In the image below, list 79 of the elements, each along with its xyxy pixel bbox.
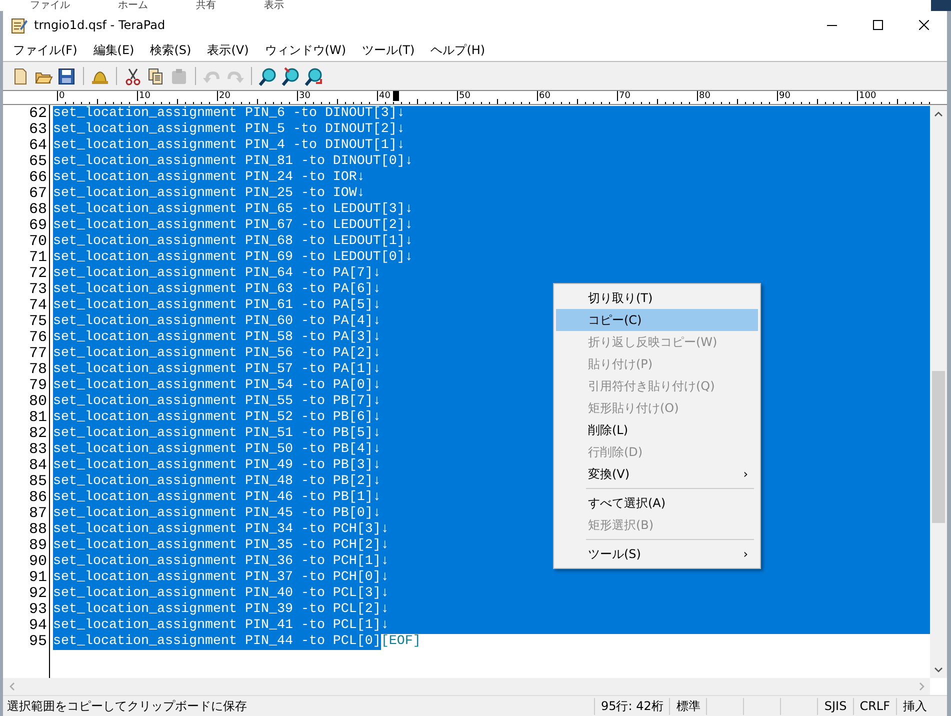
line-number: 85 bbox=[28, 474, 48, 490]
ruler-label: 50 bbox=[457, 91, 470, 101]
line-number: 89 bbox=[28, 538, 48, 554]
line-number: 88 bbox=[28, 522, 48, 538]
scroll-up-icon[interactable] bbox=[934, 110, 943, 116]
ruler-label: 0 bbox=[57, 91, 65, 101]
line-number: 63 bbox=[28, 122, 48, 138]
ruler-label: 10 bbox=[137, 91, 150, 101]
line-number: 80 bbox=[28, 394, 48, 410]
line-number: 73 bbox=[28, 282, 48, 298]
line-number: 91 bbox=[28, 570, 48, 586]
line-number: 81 bbox=[28, 410, 48, 426]
line-number: 84 bbox=[28, 458, 48, 474]
scrollbar-thumb[interactable] bbox=[932, 371, 945, 523]
ruler-label: 90 bbox=[777, 91, 790, 101]
line-number: 66 bbox=[28, 170, 48, 186]
ruler-label: 100 bbox=[857, 91, 876, 101]
line-number: 64 bbox=[28, 138, 48, 154]
ribbon-tab[interactable]: ファイル bbox=[30, 0, 70, 11]
line-number: 92 bbox=[28, 586, 48, 602]
ruler-label: 30 bbox=[297, 91, 310, 101]
line-number: 79 bbox=[28, 378, 48, 394]
menu-item[interactable]: 編集(E) bbox=[85, 42, 142, 58]
line-number: 76 bbox=[28, 330, 48, 346]
menu-item[interactable]: 検索(S) bbox=[142, 42, 200, 58]
line-number: 71 bbox=[28, 250, 48, 266]
ruler-label: 20 bbox=[217, 91, 230, 101]
line-number: 78 bbox=[28, 362, 48, 378]
line-number: 87 bbox=[28, 506, 48, 522]
magnifier-down-arrow-icon bbox=[281, 66, 301, 86]
magnifier-up-arrow-icon bbox=[304, 66, 324, 86]
line-number: 90 bbox=[28, 554, 48, 570]
line-number: 75 bbox=[28, 314, 48, 330]
encoding: SJIS bbox=[817, 698, 853, 714]
ruler-label: 60 bbox=[537, 91, 550, 101]
menu-item[interactable]: コピー(C) bbox=[556, 309, 758, 331]
ribbon-tab[interactable]: 表示 bbox=[264, 0, 284, 11]
menu-item[interactable]: ウィンドウ(W) bbox=[256, 42, 354, 58]
line-ending: CRLF bbox=[852, 698, 896, 714]
ribbon-tab[interactable]: ホーム bbox=[118, 0, 148, 11]
line-number: 77 bbox=[28, 346, 48, 362]
line-number: 95 bbox=[28, 634, 48, 650]
cursor-position: 95行: 42桁 bbox=[594, 698, 670, 714]
scissors-icon bbox=[123, 66, 143, 86]
menu-item[interactable]: ファイル(F) bbox=[5, 42, 86, 58]
ruler-label: 80 bbox=[697, 91, 710, 101]
line-number: 86 bbox=[28, 490, 48, 506]
line-number: 69 bbox=[28, 218, 48, 234]
status-message: 選択範囲をコピーしてクリップボードに保存 bbox=[6, 698, 248, 714]
vertical-scrollbar[interactable] bbox=[930, 105, 947, 678]
ruler-caret-icon bbox=[393, 91, 399, 101]
ribbon-tab[interactable]: 共有 bbox=[196, 0, 216, 11]
line-number: 93 bbox=[28, 602, 48, 618]
ruler-label: 40 bbox=[377, 91, 390, 101]
line-number: 70 bbox=[28, 234, 48, 250]
magnifier-down-arrow-button[interactable] bbox=[281, 65, 301, 87]
maximize-icon bbox=[873, 20, 883, 30]
clipboard-icon bbox=[169, 66, 189, 86]
magnifier-icon bbox=[258, 66, 278, 86]
menu-item[interactable]: ヘルプ(H) bbox=[422, 42, 494, 58]
line-number: 65 bbox=[28, 154, 48, 170]
line-number: 67 bbox=[28, 186, 48, 202]
line-number: 82 bbox=[28, 426, 48, 442]
line-number: 94 bbox=[28, 618, 48, 634]
input-mode: 挿入 bbox=[896, 698, 933, 714]
line-number: 62 bbox=[28, 106, 48, 122]
status-mode: 標準 bbox=[669, 698, 706, 714]
line-number: 68 bbox=[28, 202, 48, 218]
window-title: trngio1d.qsf - TeraPad bbox=[33, 18, 166, 32]
line-number: 83 bbox=[28, 442, 48, 458]
eof-marker: [EOF] bbox=[380, 634, 421, 650]
menu-item[interactable]: ツール(T) bbox=[354, 42, 423, 58]
notepad-icon bbox=[11, 16, 28, 34]
menu-item[interactable]: 表示(V) bbox=[199, 42, 257, 58]
line-number: 74 bbox=[28, 298, 48, 314]
close-icon bbox=[919, 20, 929, 30]
line-number: 72 bbox=[28, 266, 48, 282]
ruler-label: 70 bbox=[617, 91, 630, 101]
scroll-down-icon[interactable] bbox=[934, 666, 943, 672]
